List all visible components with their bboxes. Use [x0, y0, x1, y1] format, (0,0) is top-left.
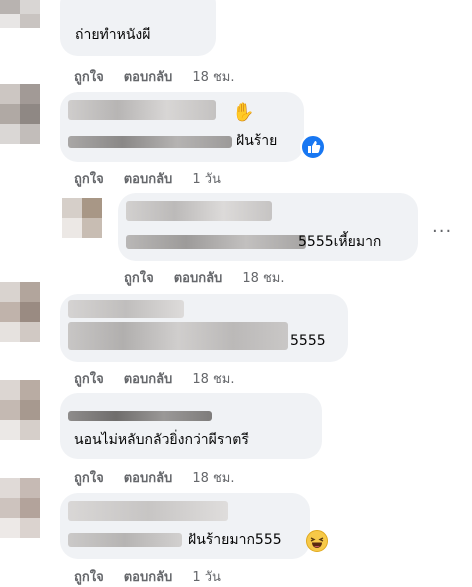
comment-bubble: 5555เหี้ยมาก	[118, 193, 418, 261]
like-button[interactable]: ถูกใจ	[74, 70, 104, 85]
timestamp[interactable]: 1 วัน	[192, 172, 221, 187]
timestamp[interactable]: 18 ชม.	[192, 471, 234, 486]
avatar[interactable]	[0, 282, 40, 342]
reply-button[interactable]: ตอบกลับ	[124, 570, 173, 585]
reply-button[interactable]: ตอบกลับ	[124, 471, 173, 486]
timestamp[interactable]: 1 วัน	[192, 570, 221, 585]
like-button[interactable]: ถูกใจ	[74, 570, 104, 585]
like-button[interactable]: ถูกใจ	[74, 471, 104, 486]
reply-button[interactable]: ตอบกลับ	[174, 271, 223, 286]
blurred-username	[126, 201, 272, 221]
like-button[interactable]: ถูกใจ	[124, 271, 154, 286]
comment-text: ฝันร้าย	[236, 133, 278, 149]
comment-actions: ถูกใจ ตอบกลับ 1 วัน	[74, 566, 221, 587]
comment-actions: ถูกใจ ตอบกลับ 18 ชม.	[74, 66, 235, 87]
comment-text: 5555	[290, 333, 326, 349]
reply-button[interactable]: ตอบกลับ	[124, 372, 173, 387]
comment-bubble: ✋ ฝันร้าย	[60, 92, 304, 162]
like-button[interactable]: ถูกใจ	[74, 372, 104, 387]
blurred-text	[68, 533, 182, 547]
blurred-text	[126, 235, 306, 249]
reply-button[interactable]: ตอบกลับ	[124, 70, 173, 85]
blurred-username	[68, 411, 212, 421]
timestamp[interactable]: 18 ชม.	[242, 271, 284, 286]
like-button[interactable]: ถูกใจ	[74, 172, 104, 187]
comment-bubble: ถ่ายทำหนังผี	[60, 0, 216, 56]
comment-actions: ถูกใจ ตอบกลับ 1 วัน	[74, 168, 221, 189]
avatar[interactable]	[0, 478, 40, 538]
comment-actions: ถูกใจ ตอบกลับ 18 ชม.	[124, 267, 285, 288]
comment-actions: ถูกใจ ตอบกลับ 18 ชม.	[74, 467, 235, 488]
comment-text: 5555เหี้ยมาก	[298, 234, 382, 250]
reply-button[interactable]: ตอบกลับ	[124, 172, 173, 187]
avatar[interactable]	[62, 198, 102, 238]
laughing-face-emoji[interactable]	[306, 530, 328, 552]
timestamp[interactable]: 18 ชม.	[192, 70, 234, 85]
blurred-text	[68, 136, 232, 148]
timestamp[interactable]: 18 ชม.	[192, 372, 234, 387]
blurred-username	[68, 300, 184, 318]
comment-text: ฝันร้ายมาก555	[188, 532, 282, 548]
avatar[interactable]	[0, 84, 40, 144]
comment-text: ถ่ายทำหนังผี	[75, 27, 151, 43]
more-options-button[interactable]: ...	[432, 216, 452, 237]
comment-bubble: ฝันร้ายมาก555	[60, 493, 310, 559]
like-reaction-icon[interactable]	[300, 134, 326, 160]
waving-hand-icon: ✋	[232, 102, 255, 123]
blurred-text	[68, 322, 288, 350]
blurred-username	[68, 501, 228, 521]
blurred-username	[68, 100, 216, 120]
comment-actions: ถูกใจ ตอบกลับ 18 ชม.	[74, 368, 235, 389]
comment-text: นอนไม่หลับกลัวยิ่งกว่าผีราตรี	[74, 432, 249, 448]
avatar[interactable]	[0, 380, 40, 440]
avatar[interactable]	[0, 0, 40, 40]
comment-bubble: นอนไม่หลับกลัวยิ่งกว่าผีราตรี	[60, 393, 322, 459]
comment-bubble: 5555	[60, 294, 348, 362]
